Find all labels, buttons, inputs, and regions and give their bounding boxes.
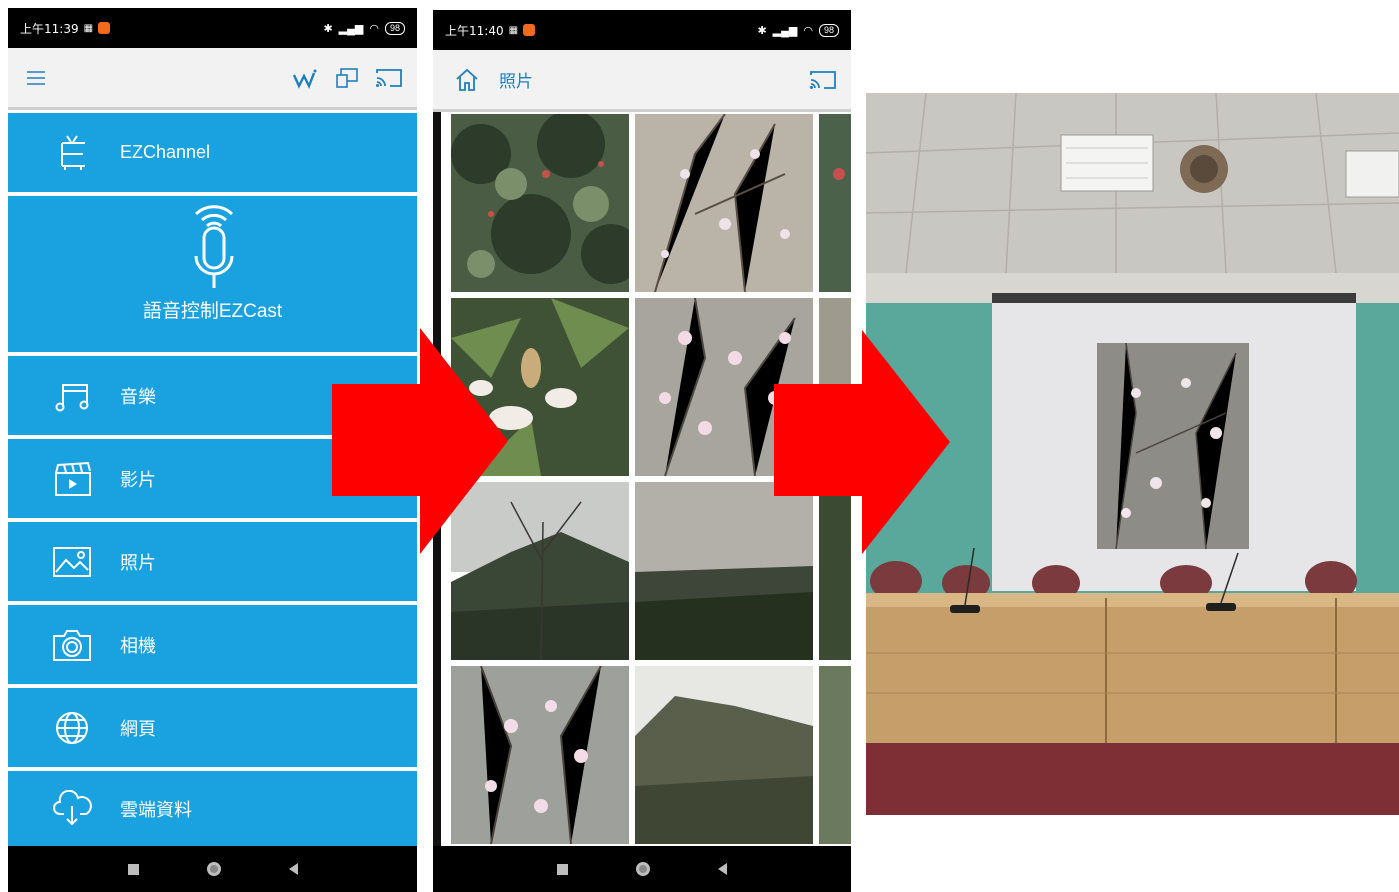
android-nav-bar (433, 846, 851, 892)
android-nav-bar (8, 846, 417, 892)
status-bar: 上午11:40 ▦ ✱ ▂▄▆ ◠ 98 (433, 10, 851, 50)
photo-icon (52, 542, 92, 582)
menu-item-camera[interactable]: 相機 (8, 605, 417, 684)
globe-icon (52, 708, 92, 748)
back-nav-icon[interactable] (288, 863, 298, 875)
hamburger-menu-icon[interactable] (18, 60, 54, 96)
recent-apps-icon[interactable] (557, 863, 568, 875)
bluetooth-icon: ✱ (757, 24, 767, 37)
microphone-icon (188, 196, 240, 297)
cloud-download-icon (52, 789, 92, 829)
menu-item-web[interactable]: 網頁 (8, 688, 417, 767)
camera-icon (52, 625, 92, 665)
app-toolbar: 照片 (433, 50, 851, 112)
menu-item-cloud[interactable]: 雲端資料 (8, 771, 417, 846)
grid-icon: ▦ (508, 24, 519, 36)
tv-icon (52, 133, 92, 173)
status-bar: 上午11:39 ▦ ✱ ▂▄▆ ◠ 98 (8, 8, 417, 48)
photo-thumbnail[interactable] (635, 113, 813, 293)
cast-icon[interactable] (371, 60, 407, 96)
signal-icon: ▂▄▆ (772, 24, 798, 37)
app-toolbar (8, 48, 417, 110)
photo-thumbnail[interactable] (819, 666, 851, 844)
cast-icon[interactable] (805, 62, 841, 98)
recent-apps-icon[interactable] (127, 863, 139, 875)
back-nav-icon[interactable] (718, 863, 727, 875)
menu-label-cloud: 雲端資料 (120, 799, 192, 820)
menu-label-web: 網頁 (120, 718, 156, 739)
status-time: 上午11:40 (445, 23, 504, 38)
home-nav-icon[interactable] (206, 862, 221, 876)
music-icon (52, 376, 92, 416)
photo-thumbnail[interactable] (635, 666, 813, 844)
arrow-right-icon (332, 328, 508, 554)
menu-label-video: 影片 (120, 469, 156, 490)
arrow-right-icon (774, 330, 950, 554)
menu-label-camera: 相機 (120, 635, 156, 656)
grid-icon: ▦ (83, 22, 94, 34)
wifi-icon: ◠ (803, 24, 813, 37)
menu-label-music: 音樂 (120, 386, 156, 407)
video-icon (52, 459, 92, 499)
status-time: 上午11:39 (20, 21, 79, 36)
home-icon[interactable] (449, 62, 485, 98)
menu-item-ezchannel[interactable]: EZChannel (8, 113, 417, 192)
battery-indicator: 98 (818, 23, 839, 37)
menu-label-ezchannel: EZChannel (120, 142, 211, 162)
notification-icon (523, 24, 536, 36)
wifi-direct-icon[interactable] (287, 60, 323, 96)
signal-icon: ▂▄▆ (338, 22, 364, 35)
menu-label-voice-control: 語音控制EZCast (142, 301, 283, 322)
screen-mirror-icon[interactable] (329, 60, 365, 96)
notification-icon (98, 22, 111, 34)
wifi-icon: ◠ (369, 22, 379, 35)
menu-label-photo: 照片 (120, 552, 156, 573)
battery-indicator: 98 (384, 21, 405, 35)
home-nav-icon[interactable] (636, 862, 650, 876)
bluetooth-icon: ✱ (323, 22, 333, 35)
photo-thumbnail[interactable] (451, 112, 641, 292)
page-title: 照片 (499, 72, 533, 91)
photo-thumbnail[interactable] (451, 665, 629, 845)
photo-thumbnail[interactable] (819, 114, 851, 292)
